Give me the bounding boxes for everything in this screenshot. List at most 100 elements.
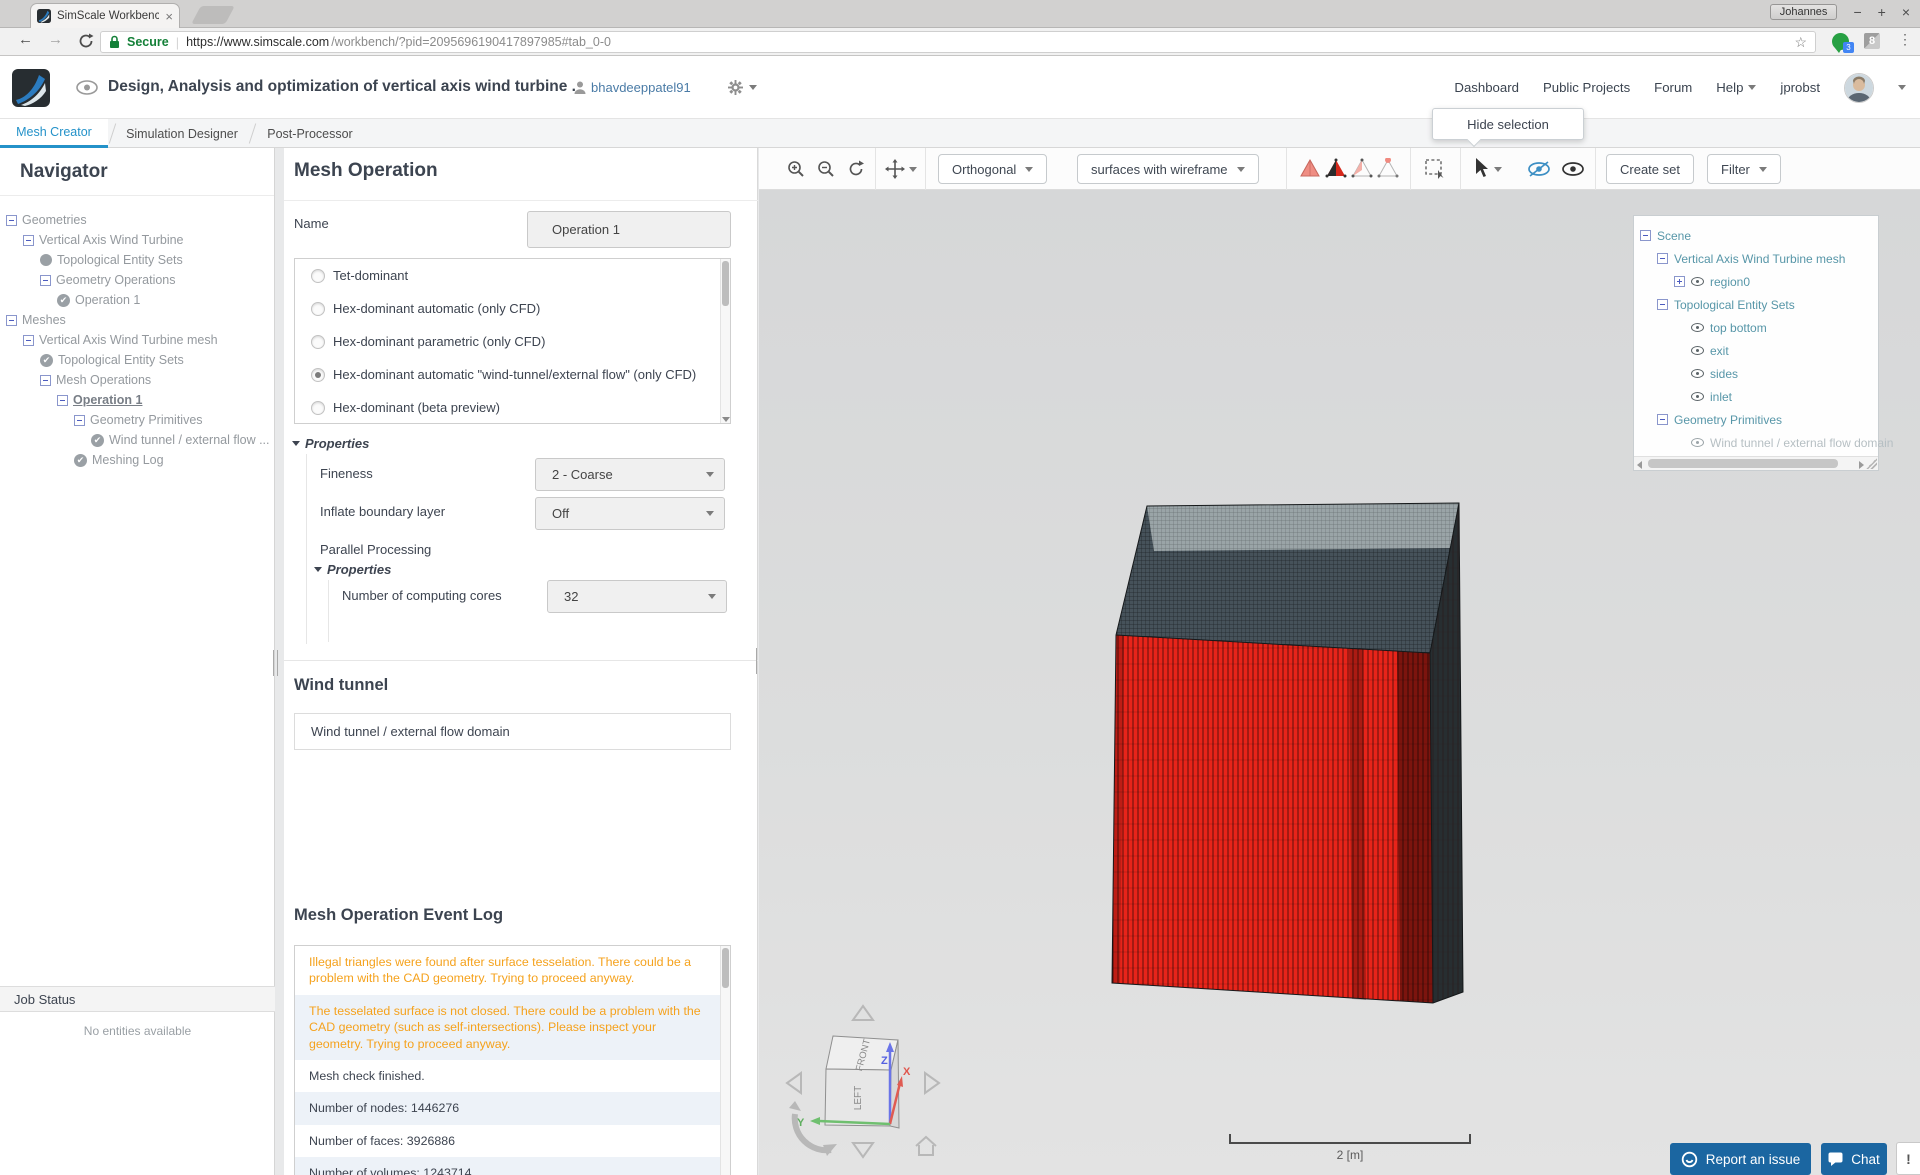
tree-expand-icon[interactable] [1657, 414, 1668, 425]
scene-tree-item[interactable]: region0 [1634, 270, 1878, 293]
report-issue-button[interactable]: Report an issue [1670, 1143, 1811, 1175]
fineness-select[interactable]: 2 - Coarse [535, 458, 725, 491]
navigator-tree-item[interactable]: Mesh Operations [0, 370, 274, 390]
browser-tab[interactable]: SimScale Workbench × [30, 3, 180, 28]
tree-expand-icon[interactable] [74, 415, 85, 426]
scene-tree-item[interactable]: sides [1634, 362, 1878, 385]
tree-item-label[interactable]: Topological Entity Sets [57, 253, 183, 267]
project-visibility-eye-icon[interactable] [76, 80, 98, 95]
navigator-tree-item[interactable]: Meshing Log [0, 450, 274, 470]
panel-resize-grip[interactable] [1866, 458, 1877, 469]
scene-tree-item[interactable]: inlet [1634, 385, 1878, 408]
inflate-boundary-select[interactable]: Off [535, 497, 725, 530]
navigator-tree-item[interactable]: Topological Entity Sets [0, 250, 274, 270]
tree-expand-icon[interactable] [1657, 299, 1668, 310]
navigator-tree-item[interactable]: Geometry Primitives [0, 410, 274, 430]
mesh-algorithm-label[interactable]: Tet-dominant [333, 268, 408, 283]
collapse-triangle-icon[interactable] [292, 441, 300, 446]
visibility-eye-icon[interactable] [1691, 438, 1704, 447]
tree-expand-icon[interactable] [57, 395, 68, 406]
tree-item-label[interactable]: Mesh Operations [56, 373, 151, 387]
wind-tunnel-item[interactable]: Wind tunnel / external flow domain [294, 713, 731, 750]
scene-item-label[interactable]: inlet [1710, 390, 1732, 404]
radio-button-icon[interactable] [311, 368, 325, 382]
project-settings-gear-icon[interactable] [728, 80, 743, 95]
nav-username[interactable]: jprobst [1780, 80, 1820, 95]
computing-cores-select[interactable]: 32 [547, 580, 727, 613]
event-log-scrollbar[interactable] [720, 946, 730, 1175]
mesh-algorithm-option[interactable]: Hex-dominant parametric (only CFD) [295, 325, 730, 358]
scene-tree-item[interactable]: Geometry Primitives [1634, 408, 1878, 431]
google-extension-icon[interactable]: 8 [1864, 33, 1880, 49]
tree-expand-icon[interactable] [1657, 253, 1668, 264]
tab-mesh-creator[interactable]: Mesh Creator [0, 119, 108, 148]
algorithm-list-scrollbar[interactable] [720, 259, 730, 423]
render-mode-select[interactable]: surfaces with wireframe [1077, 154, 1259, 184]
collapse-triangle-icon[interactable] [314, 567, 322, 572]
reset-view-icon[interactable] [846, 159, 866, 179]
tab-post-processor[interactable]: Post-Processor [256, 119, 364, 148]
select-nodes-icon[interactable] [1377, 158, 1399, 179]
reload-button[interactable] [78, 33, 94, 49]
nav-help[interactable]: Help [1716, 80, 1756, 95]
tree-item-label[interactable]: Meshing Log [92, 453, 164, 467]
mesh-algorithm-label[interactable]: Hex-dominant (beta preview) [333, 400, 500, 415]
filter-button[interactable]: Filter [1707, 154, 1781, 184]
mesh-algorithm-option[interactable]: Hex-dominant automatic "wind-tunnel/exte… [295, 358, 730, 391]
new-tab-button[interactable] [191, 6, 235, 24]
tree-expand-icon[interactable] [1640, 230, 1651, 241]
scene-item-label[interactable]: Scene [1657, 229, 1691, 243]
navigation-cube-widget[interactable]: FRONT LEFT Z X Y [771, 998, 971, 1166]
navigator-tree-item[interactable]: Wind tunnel / external flow ... [0, 430, 274, 450]
inner-properties-header[interactable]: Properties [314, 562, 391, 577]
scrollbar-thumb[interactable] [1648, 459, 1838, 468]
scroll-left-arrow-icon[interactable] [1637, 461, 1642, 469]
scene-item-label[interactable]: region0 [1710, 275, 1750, 289]
wind-tunnel-mesh-3d[interactable] [1081, 480, 1501, 1040]
zoom-in-icon[interactable] [786, 159, 806, 179]
tree-item-label[interactable]: Geometries [22, 213, 87, 227]
visibility-eye-icon[interactable] [1691, 369, 1704, 378]
tree-item-label[interactable]: Vertical Axis Wind Turbine mesh [39, 333, 218, 347]
scroll-right-arrow-icon[interactable] [1859, 461, 1864, 469]
nav-dashboard[interactable]: Dashboard [1454, 80, 1519, 95]
projection-select[interactable]: Orthogonal [938, 154, 1047, 184]
panel-splitter-handle[interactable] [273, 650, 278, 676]
window-close-button[interactable]: × [1902, 5, 1910, 19]
nav-public-projects[interactable]: Public Projects [1543, 80, 1630, 95]
tab-close-icon[interactable]: × [165, 10, 173, 23]
scene-tree-item[interactable]: Wind tunnel / external flow domain [1634, 431, 1878, 454]
url-domain[interactable]: https://www.simscale.com [186, 35, 329, 49]
back-button[interactable]: ← [18, 31, 33, 48]
cursor-options-chevron-icon[interactable] [1494, 167, 1502, 172]
window-maximize-button[interactable]: + [1878, 5, 1886, 19]
scene-tree-item[interactable]: top bottom [1634, 316, 1878, 339]
scene-tree-item[interactable]: Topological Entity Sets [1634, 293, 1878, 316]
tree-item-label[interactable]: Operation 1 [73, 393, 142, 407]
scene-item-label[interactable]: top bottom [1710, 321, 1767, 335]
tree-expand-icon[interactable] [1674, 276, 1685, 287]
operation-name-input[interactable] [527, 211, 731, 248]
mesh-algorithm-label[interactable]: Hex-dominant parametric (only CFD) [333, 334, 545, 349]
forward-button[interactable]: → [48, 31, 63, 48]
radio-button-icon[interactable] [311, 335, 325, 349]
user-avatar[interactable] [1844, 73, 1874, 103]
browser-menu-icon[interactable]: ⋮ [1898, 31, 1912, 48]
scroll-down-arrow-icon[interactable] [722, 417, 730, 422]
tree-item-label[interactable]: Topological Entity Sets [58, 353, 184, 367]
show-all-eye-icon[interactable] [1561, 161, 1585, 177]
scene-item-label[interactable]: Wind tunnel / external flow domain [1710, 436, 1893, 450]
mesh-algorithm-label[interactable]: Hex-dominant automatic "wind-tunnel/exte… [333, 367, 696, 382]
tree-item-label[interactable]: Meshes [22, 313, 66, 327]
select-edges-icon[interactable] [1351, 158, 1373, 179]
url-path[interactable]: /workbench/?pid=2095696190417897985#tab_… [331, 35, 611, 49]
user-menu-chevron-icon[interactable] [1898, 85, 1906, 90]
scene-item-label[interactable]: Topological Entity Sets [1674, 298, 1795, 312]
chat-button[interactable]: Chat [1821, 1143, 1887, 1175]
tree-item-label[interactable]: Geometry Primitives [90, 413, 203, 427]
box-select-icon[interactable] [1425, 159, 1447, 179]
scene-item-label[interactable]: exit [1710, 344, 1729, 358]
scene-tree-item[interactable]: exit [1634, 339, 1878, 362]
visibility-eye-icon[interactable] [1691, 323, 1704, 332]
navigator-tree-item[interactable]: Meshes [0, 310, 274, 330]
